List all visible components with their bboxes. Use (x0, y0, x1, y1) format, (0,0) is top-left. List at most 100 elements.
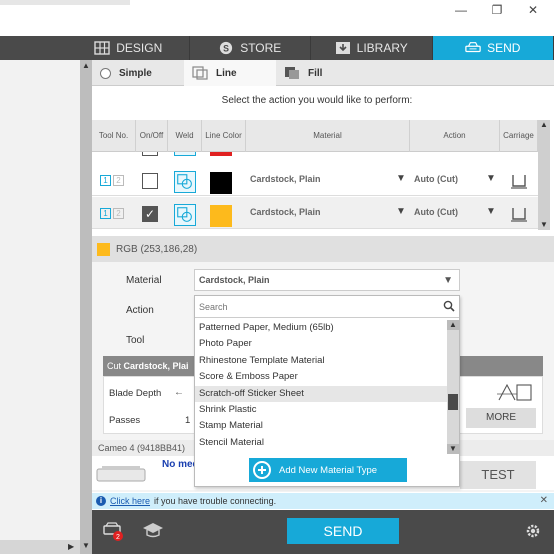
tab-send[interactable]: SEND (432, 36, 554, 60)
chevron-down-icon[interactable]: ▼ (396, 206, 406, 217)
row-action[interactable]: Auto (Cut) (414, 207, 458, 217)
scroll-down-arrow-icon[interactable]: ▼ (538, 220, 550, 230)
row-material[interactable]: Cardstock, Plain (250, 174, 321, 184)
material-option[interactable]: Rhinestone Template Material (195, 353, 447, 369)
material-option[interactable]: Scratch-off Sticker Sheet (195, 385, 447, 402)
simple-radio-icon (100, 67, 111, 79)
scroll-thumb[interactable] (448, 394, 458, 410)
title-bar-strip (0, 0, 130, 5)
material-list: Patterned Paper, Medium (65lb) Photo Pape… (195, 320, 447, 454)
material-option[interactable]: Stencil Material (195, 435, 447, 451)
plus-circle-icon (253, 461, 271, 479)
tab-line[interactable]: Line (184, 60, 276, 86)
send-button[interactable]: SEND (287, 518, 399, 544)
rgb-label: RGB (253,186,28) (116, 243, 198, 255)
table-row: 1 2 Cardstock, Plain ▼ Auto (Cut) ▼ (92, 164, 538, 196)
tool-number[interactable]: 1 2 (100, 208, 124, 219)
material-option[interactable]: Stamp Material (195, 418, 447, 434)
line-color-swatch (210, 205, 232, 227)
fill-mode-icon (285, 67, 299, 79)
close-window-button[interactable]: ✕ (518, 3, 548, 17)
graduation-cap-icon[interactable] (142, 522, 164, 540)
partial-weld-icon[interactable] (174, 152, 196, 156)
col-carriage: Carriage (500, 120, 538, 152)
scroll-right-arrow-icon[interactable]: ▶ (68, 542, 74, 551)
tool-1[interactable]: 1 (100, 175, 111, 186)
design-grid-icon (94, 41, 110, 55)
partial-line-color (210, 152, 232, 156)
scroll-up-arrow-icon[interactable]: ▲ (538, 120, 550, 130)
gear-icon[interactable] (524, 522, 542, 540)
tab-library[interactable]: LIBRARY (311, 36, 433, 60)
col-material: Material (246, 120, 410, 152)
material-label: Material (126, 275, 162, 286)
horizontal-scrollbar[interactable]: ▶ (0, 540, 80, 554)
col-tool-no: Tool No. (92, 120, 136, 152)
color-group-bar[interactable]: RGB (253,186,28) (92, 236, 554, 262)
color-swatch (97, 242, 110, 256)
tool-2[interactable]: 2 (113, 208, 124, 219)
tool-number[interactable]: 1 2 (100, 175, 124, 186)
line-mode-icon (192, 66, 208, 80)
on-off-checkbox[interactable] (142, 173, 158, 189)
more-button[interactable]: MORE (466, 408, 536, 428)
table-scrollbar[interactable]: ▲ ▼ (538, 120, 550, 230)
close-icon[interactable]: ✕ (540, 493, 548, 509)
partial-checkbox[interactable] (142, 152, 158, 156)
line-color-swatch (210, 172, 232, 194)
left-scrollbar[interactable]: ▲ ▼ (80, 60, 92, 554)
tab-store-label: STORE (240, 41, 282, 55)
dropdown-scrollbar[interactable]: ▲ ▼ (447, 320, 459, 454)
arrow-left-icon[interactable]: ← (174, 387, 184, 398)
action-label: Action (126, 305, 154, 316)
material-select[interactable]: Cardstock, Plain ▼ (194, 269, 460, 291)
cut-material: Cardstock, Plai (123, 361, 189, 371)
material-option[interactable]: Patterned Paper, Medium (65lb) (195, 320, 447, 336)
restore-button[interactable]: ❐ (482, 3, 512, 17)
weld-icon[interactable] (174, 171, 196, 193)
passes-value[interactable]: 1 (185, 415, 190, 426)
chevron-down-icon[interactable]: ▼ (396, 173, 406, 184)
scroll-down-arrow-icon[interactable]: ▼ (80, 540, 92, 552)
left-header (0, 36, 68, 60)
row-action[interactable]: Auto (Cut) (414, 174, 458, 184)
tab-fill-label: Fill (308, 67, 323, 79)
scroll-up-arrow-icon[interactable]: ▲ (447, 320, 459, 330)
chevron-down-icon[interactable]: ▼ (486, 173, 496, 184)
weld-icon[interactable] (174, 204, 196, 226)
search-icon[interactable] (443, 300, 455, 312)
on-off-checkbox[interactable] (142, 206, 158, 222)
tool-label: Tool (126, 335, 145, 346)
material-option[interactable]: Score & Emboss Paper (195, 369, 447, 385)
search-input[interactable] (199, 300, 435, 314)
tool-1[interactable]: 1 (100, 208, 111, 219)
test-button[interactable]: TEST (460, 461, 536, 489)
tab-store[interactable]: S STORE (189, 36, 311, 60)
col-on-off: On/Off (136, 120, 168, 152)
tab-fill[interactable]: Fill (276, 60, 368, 86)
tab-simple[interactable]: Simple (92, 60, 184, 86)
minimize-button[interactable]: — (446, 3, 476, 17)
blade-depth-label: Blade Depth (109, 388, 162, 399)
material-option[interactable]: Shrink Plastic (195, 402, 447, 418)
tab-line-label: Line (216, 67, 237, 79)
svg-text:2: 2 (116, 534, 120, 541)
tab-design[interactable]: DESIGN (68, 36, 190, 60)
material-option[interactable]: Photo Paper (195, 336, 447, 352)
click-here-link[interactable]: Click here (110, 493, 150, 509)
scroll-down-arrow-icon[interactable]: ▼ (447, 444, 459, 454)
info-icon: i (96, 496, 106, 506)
store-s-icon: S (220, 41, 233, 55)
add-material-type-button[interactable]: Add New Material Type (249, 458, 407, 482)
svg-text:S: S (223, 44, 229, 54)
row-material[interactable]: Cardstock, Plain (250, 207, 321, 217)
tool-2[interactable]: 2 (113, 175, 124, 186)
action-prompt: Select the action you would like to perf… (221, 95, 413, 106)
col-action: Action (410, 120, 500, 152)
scroll-up-arrow-icon[interactable]: ▲ (80, 60, 92, 72)
material-search (195, 296, 459, 318)
chevron-down-icon: ▼ (443, 275, 453, 286)
machine-count-icon[interactable]: 2 (102, 520, 124, 542)
chevron-down-icon[interactable]: ▼ (486, 206, 496, 217)
material-select-value: Cardstock, Plain (199, 275, 270, 285)
